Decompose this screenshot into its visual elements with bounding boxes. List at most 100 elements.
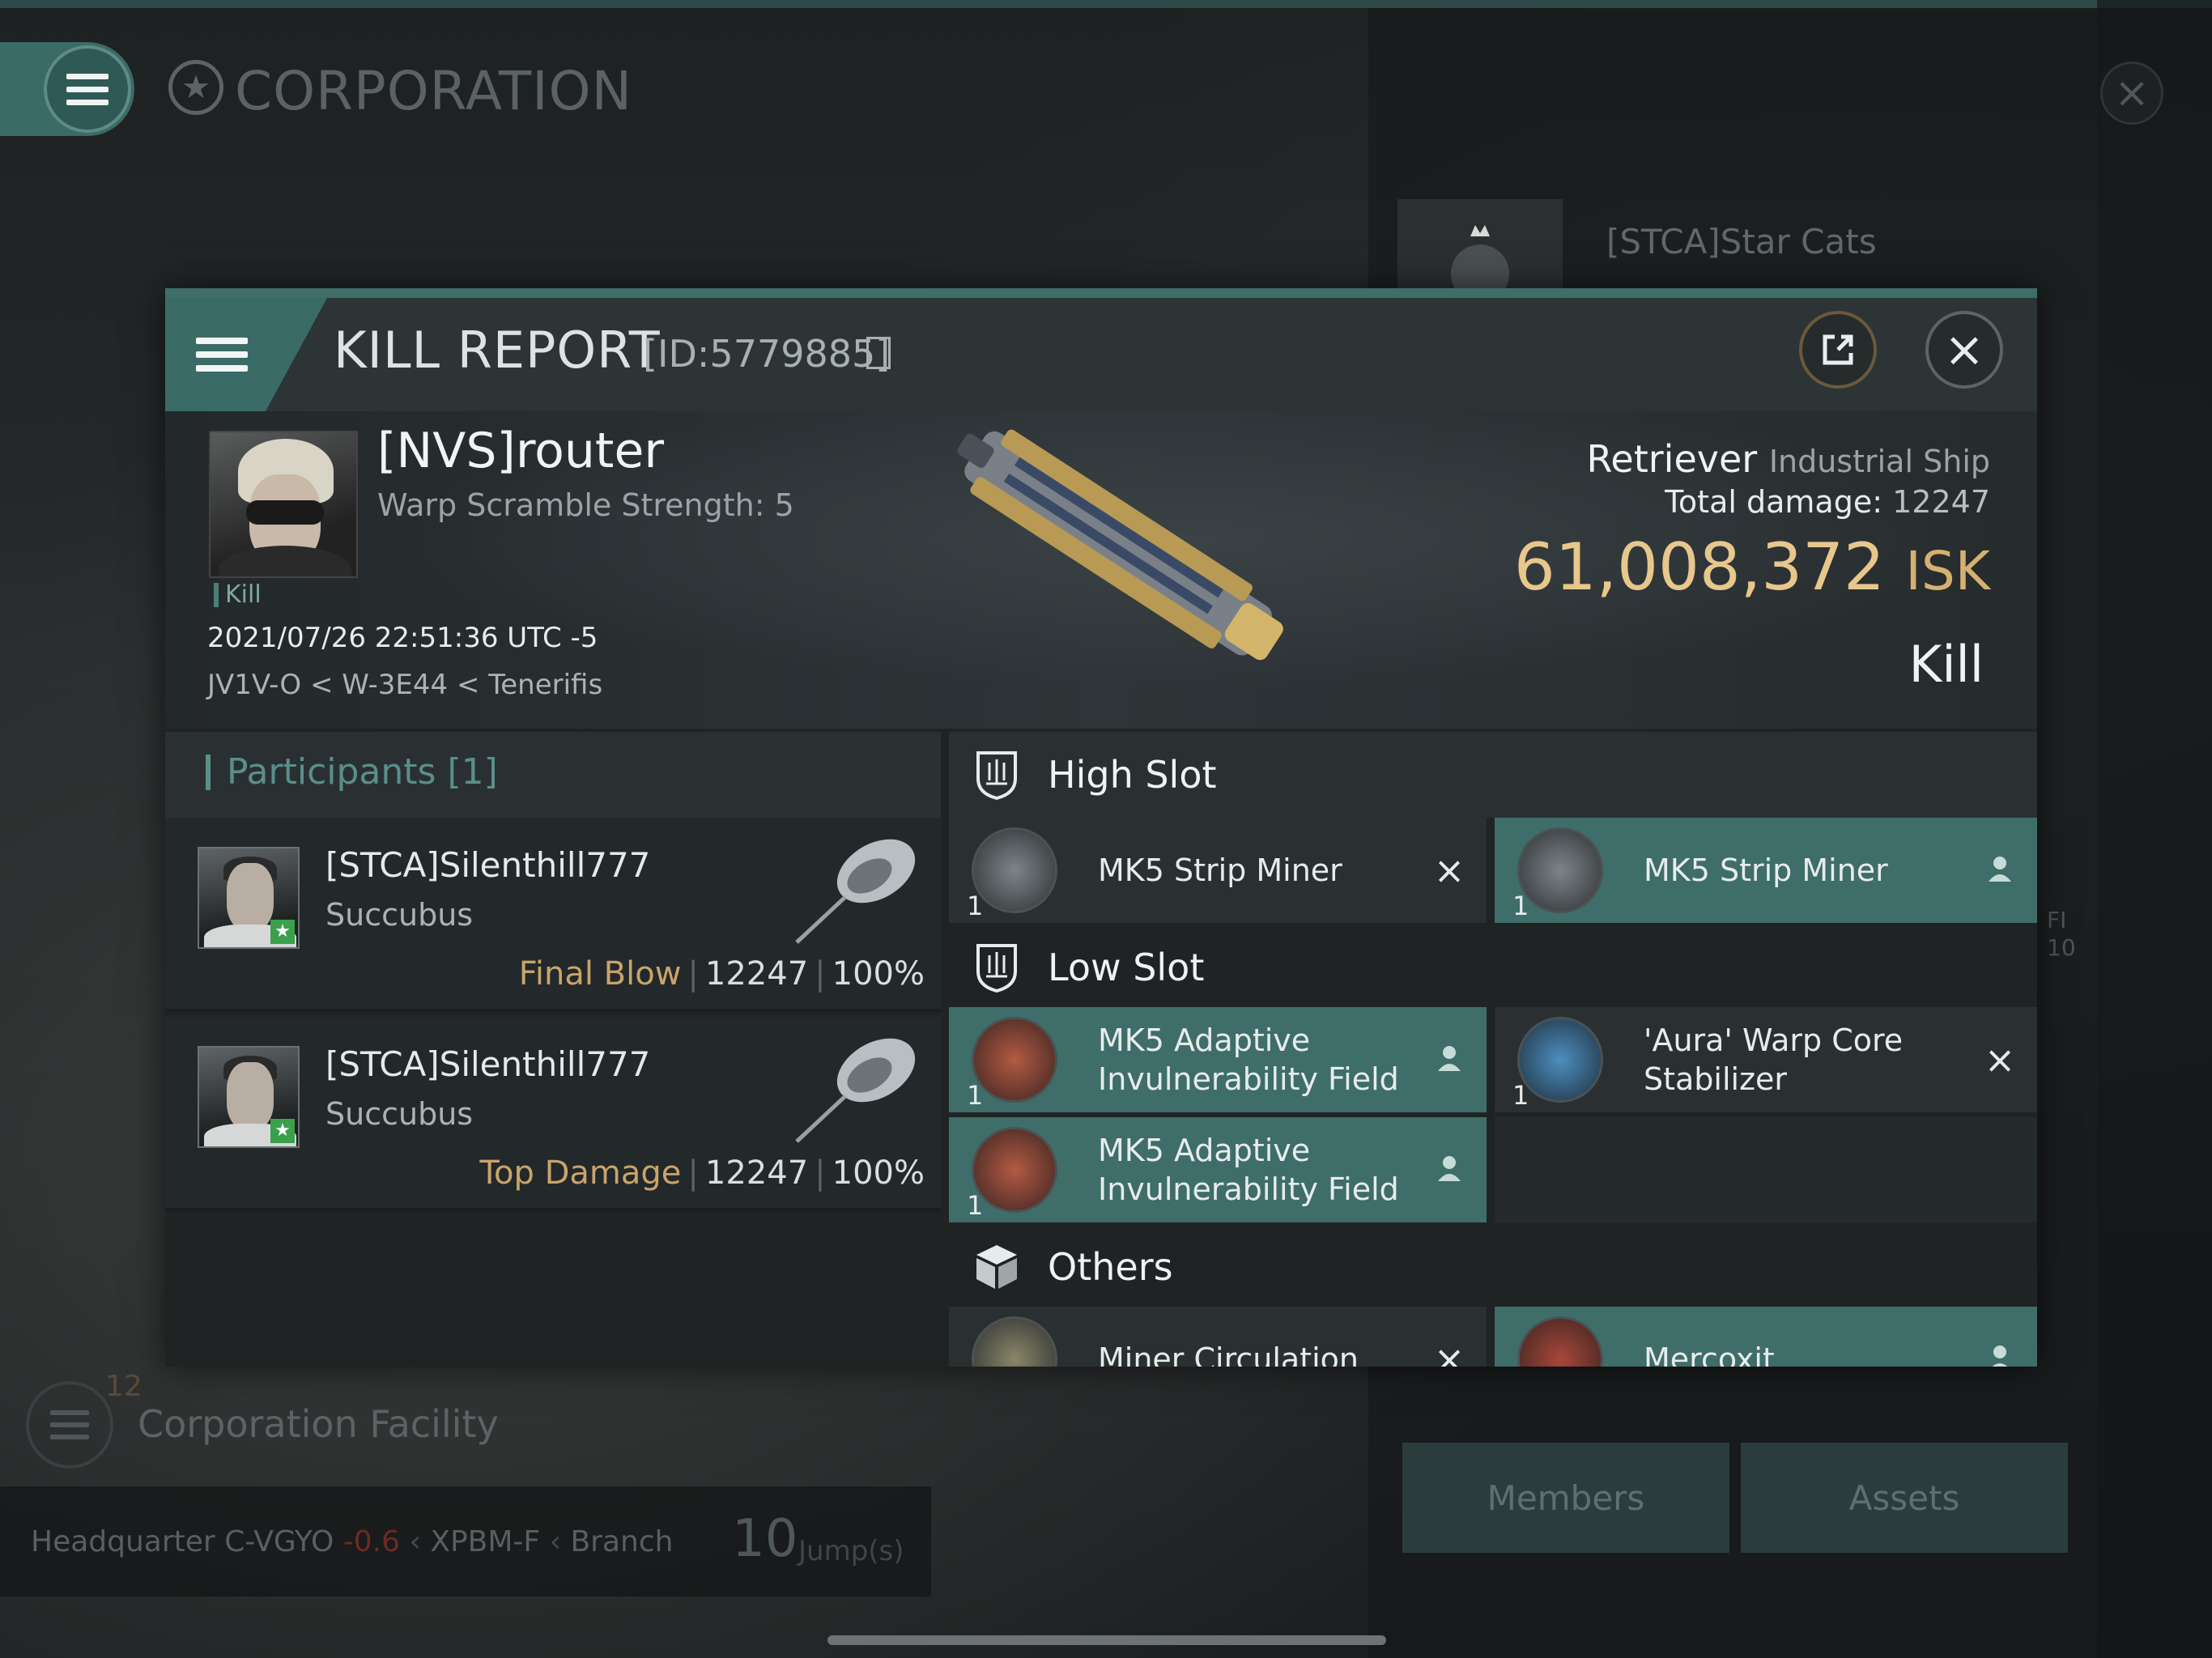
item-name: MK5 Adaptive Invulnerability Field [1098,1133,1399,1207]
modal-menu-button[interactable] [165,298,311,411]
participant-portrait[interactable]: ★ [198,847,300,949]
corporation-star-icon: ★ [168,60,223,115]
others-header: Others [949,1224,2037,1310]
total-damage-label: Total damage: [1665,484,1883,520]
destroyed-x-icon: × [1984,1038,2016,1082]
person-icon [1976,1337,2024,1367]
warp-core-stabilizer-icon [1517,1017,1603,1103]
fitting-item[interactable]: 1 'Aura' Warp Core Stabilizer × [1495,1007,2037,1112]
close-icon: × [1943,321,1985,378]
participant-damage: 12247 [704,955,809,993]
share-button[interactable] [1799,311,1877,389]
high-slot-label: High Slot [1048,753,1217,797]
copy-icon[interactable] [866,337,891,369]
headquarter-route: Headquarter C-VGYO -0.6 ‹ XPBM-F ‹ Branc… [31,1525,673,1558]
fitting-item[interactable]: 1 MK5 Adaptive Invulnerability Field [949,1007,1487,1112]
shield-module-icon [972,1017,1057,1103]
victim-name[interactable]: [NVS]router [377,423,664,479]
star-icon: ★ [270,920,295,944]
isk-value: 61,008,372 ISK [1514,529,1990,605]
fitting-item[interactable]: 1 MK5 Strip Miner × [949,818,1487,923]
fitting-item[interactable]: 1 MK5 Strip Miner [1495,818,2037,923]
destroyed-x-icon: × [1433,1337,1465,1367]
low-slot-header: Low Slot [949,925,2037,1010]
warp-scramble-strength: Warp Scramble Strength: 5 [377,487,794,523]
participant-role: Final Blow [518,955,682,993]
assets-button[interactable]: Assets [1741,1443,2068,1553]
fitting-item[interactable]: 1 MK5 Adaptive Invulnerability Field [949,1117,1487,1222]
modal-accent-line [165,288,2037,298]
retriever-ship-image[interactable] [910,421,1331,688]
strip-miner-icon [1517,827,1603,913]
person-icon [1976,848,2024,892]
top-status-line [0,0,2212,8]
item-quantity: 1 [967,1190,984,1221]
item-quantity: 1 [967,1080,984,1111]
participant-ship: Succubus [325,1096,474,1132]
isk-amount: 61,008,372 [1513,529,1885,605]
participant-stats: Top Damage | 12247 | 100% [479,1154,925,1192]
person-icon [1425,1148,1474,1192]
item-name: 'Aura' Warp Core Stabilizer [1644,1022,1904,1097]
kill-tag: Kill [214,583,262,607]
item-name: MK5 Strip Miner [1098,852,1342,888]
victim-ship: Retriever Industrial Ship [1587,437,1990,481]
participants-title: Participants [1] [206,755,498,790]
participant-percent: 100% [832,1154,925,1192]
corp-name: [STCA]Star Cats [1606,222,1877,261]
participant-ship: Succubus [325,897,474,933]
succubus-ship-icon [795,839,916,944]
item-quantity: 1 [1512,1080,1529,1111]
participant-row[interactable]: ★ [STCA]Silenthill777 Succubus Top Damag… [165,1017,941,1211]
total-damage-value: 12247 [1892,484,1990,520]
star-icon: ★ [270,1119,295,1143]
chevron-left-icon: ‹ [409,1525,421,1558]
participant-portrait[interactable]: ★ [198,1046,300,1148]
page-title: CORPORATION [235,60,632,122]
home-indicator[interactable] [827,1635,1386,1645]
close-icon[interactable]: × [2100,62,2163,125]
participant-name: [STCA]Silenthill777 [325,1044,651,1084]
shield-module-icon [972,1127,1057,1213]
isk-unit: ISK [1905,540,1990,602]
low-slot-label: Low Slot [1048,946,1205,989]
participant-role: Top Damage [479,1154,682,1192]
participant-name: [STCA]Silenthill777 [325,845,651,885]
kill-location: JV1V-O < W-3E44 < Tenerifis [207,669,603,701]
hamburger-icon [66,73,108,105]
hq-system: C-VGYO [224,1525,334,1558]
kill-id: [ID:5779885] [643,332,891,376]
members-button[interactable]: Members [1402,1443,1729,1553]
facility-menu-button[interactable] [26,1381,113,1469]
jumps-unit: Jump(s) [798,1535,904,1567]
participant-row[interactable]: ★ [STCA]Silenthill777 Succubus Final Blo… [165,818,941,1012]
item-name: MK5 Strip Miner [1644,852,1888,888]
kill-report-modal: KILL REPORT [ID:5779885] × [NVS]router W… [165,288,2037,1367]
participant-stats: Final Blow | 12247 | 100% [518,955,925,993]
victim-portrait[interactable] [209,431,358,578]
hq-label: Headquarter [31,1525,215,1558]
others-label: Others [1048,1245,1173,1289]
high-slot-header: High Slot [949,732,2037,818]
strip-miner-icon [972,827,1057,913]
item-name: Miner Circulation [1098,1341,1359,1367]
item-quantity: 1 [967,891,984,921]
chevron-left-icon: ‹ [549,1525,561,1558]
fitting-item[interactable]: Miner Circulation × [949,1307,1487,1367]
main-menu-button[interactable] [44,45,131,133]
close-button[interactable]: × [1925,311,2003,389]
person-icon [1425,1038,1474,1082]
facility-title: Corporation Facility [138,1402,499,1446]
side-text: FI 10 [2047,907,2076,961]
ship-name: Retriever [1586,437,1758,481]
hq-branch: Branch [570,1525,674,1558]
facility-count: 12 [105,1370,143,1403]
participant-damage: 12247 [704,1154,809,1192]
right-edge-shade [2097,0,2212,1658]
participant-percent: 100% [832,955,925,993]
jumps-value: 10 [732,1509,798,1569]
total-damage: Total damage: 12247 [1665,484,1990,520]
share-icon [1823,334,1853,365]
fitting-item[interactable]: Mercoxit [1495,1307,2037,1367]
kill-timestamp: 2021/07/26 22:51:36 UTC -5 [207,622,598,654]
